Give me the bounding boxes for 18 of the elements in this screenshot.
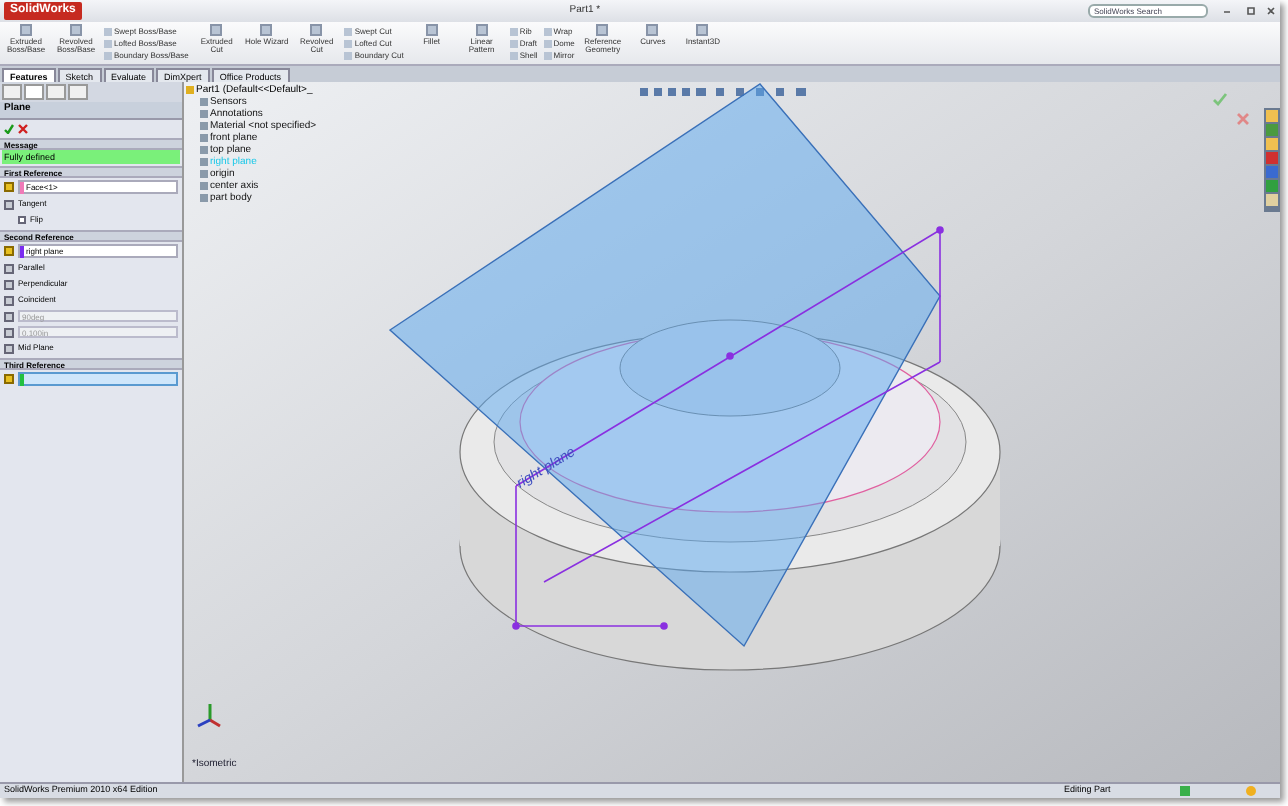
cancel-icon[interactable] [18, 123, 28, 133]
constraint-icon[interactable] [4, 343, 14, 353]
ok-check-icon[interactable] [4, 123, 14, 133]
dimxpert-tab[interactable] [68, 84, 88, 100]
property-manager-tab[interactable] [24, 84, 44, 100]
reference-cube-icon [4, 246, 14, 256]
configuration-tab[interactable] [46, 84, 66, 100]
axis-triad-icon [197, 704, 221, 728]
feature-manager-tab[interactable] [2, 84, 22, 100]
reference-cube-icon [4, 374, 14, 384]
reference-field[interactable] [18, 372, 178, 386]
close-icon[interactable] [1236, 112, 1250, 126]
reference-cube-icon [4, 182, 14, 192]
task-pane-tabs[interactable] [1264, 108, 1280, 212]
confirm-check-icon[interactable] [1212, 92, 1228, 106]
constraint-icon[interactable] [4, 199, 14, 209]
checkbox[interactable] [18, 216, 26, 224]
part-icon [186, 86, 194, 94]
